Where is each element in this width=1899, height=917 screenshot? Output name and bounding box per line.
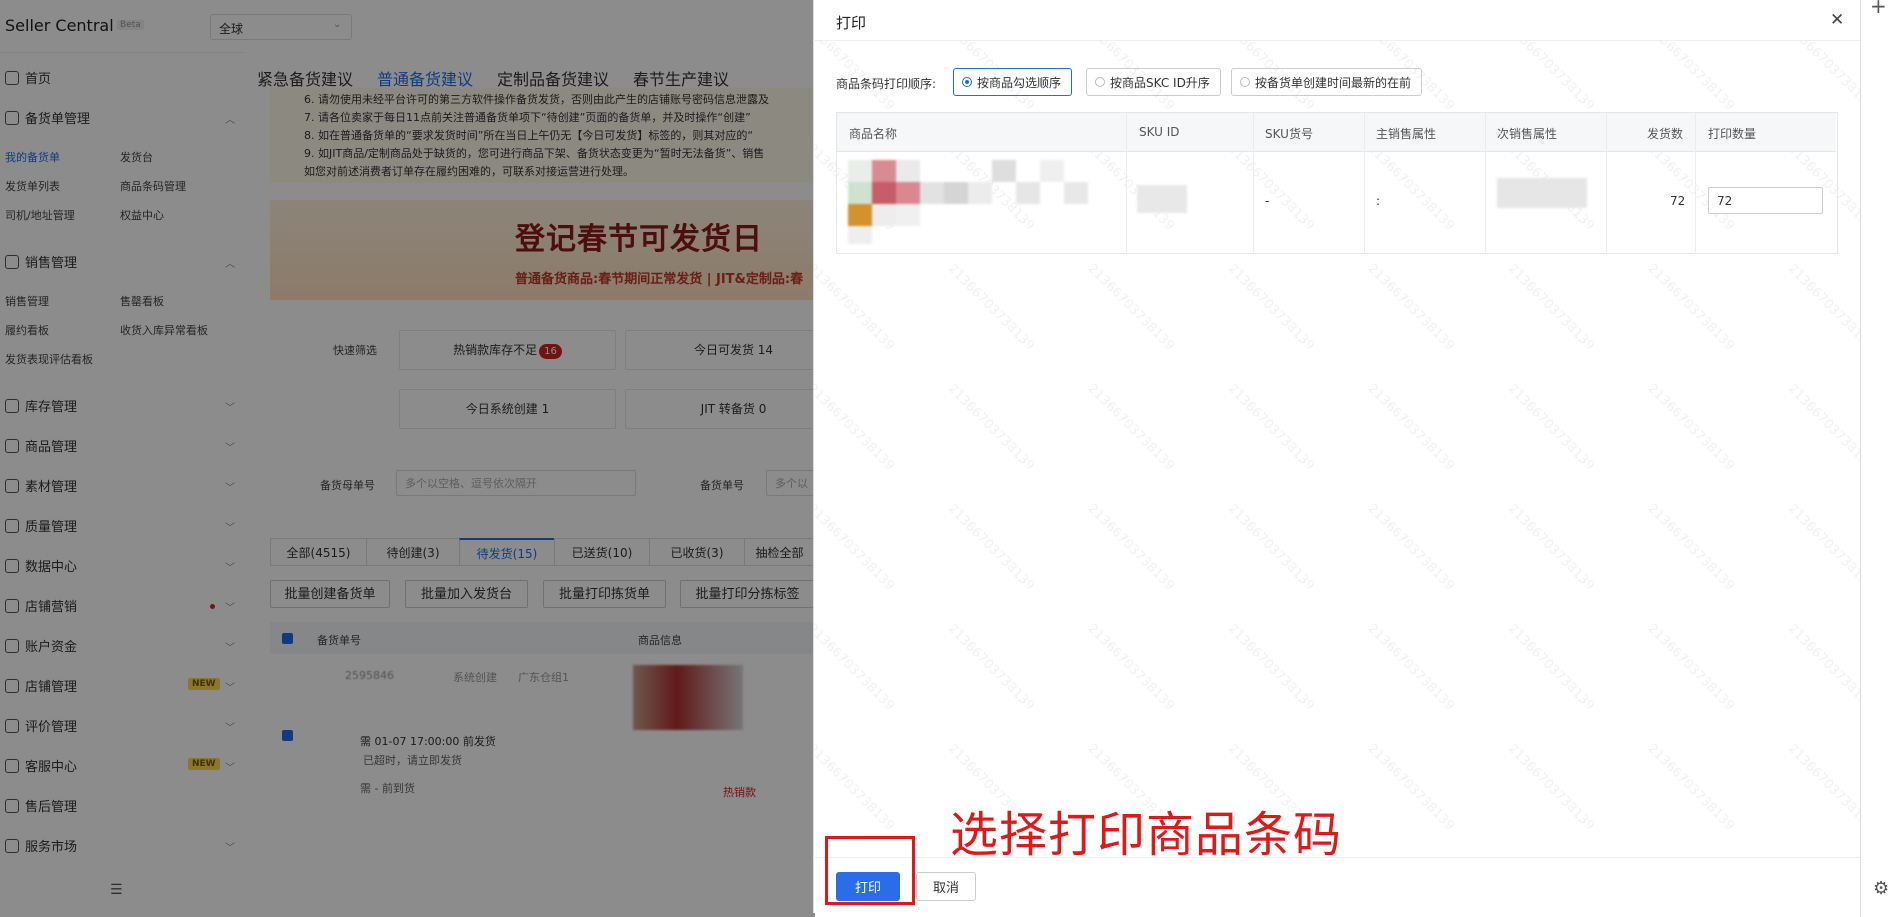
watermark-text: 2136670373813​9: [1784, 501, 1860, 594]
watermark-text: 2136670373813​9: [1644, 501, 1738, 594]
cell-sku-code: -: [1265, 194, 1270, 208]
column-sku-code: SKU货号: [1265, 127, 1313, 141]
cell-main-attr: :: [1376, 194, 1381, 208]
watermark-text: 2136670373813​9: [1084, 501, 1178, 594]
watermark-text: 2136670373813​9: [1084, 621, 1178, 714]
watermark-text: 2136670373813​9: [1364, 261, 1458, 354]
watermark-text: 2136670373813​9: [1784, 741, 1860, 834]
radio-label: 按备货单创建时间最新的在前: [1255, 75, 1412, 90]
cancel-button[interactable]: 取消: [916, 872, 976, 901]
watermark-text: 2136670373813​9: [1644, 621, 1738, 714]
watermark-text: 2136670373813​9: [813, 381, 898, 474]
dialog-title: 打印: [836, 14, 867, 32]
column-sku-id: SKU ID: [1139, 125, 1180, 139]
watermark-text: 2136670373813​9: [1504, 40, 1598, 114]
watermark-text: 2136670373813​9: [944, 621, 1038, 714]
watermark-text: 2136670373813​9: [1644, 261, 1738, 354]
print-order-label: 商品条码打印顺序:: [836, 77, 937, 91]
column-product-name: 商品名称: [849, 127, 898, 141]
watermark-text: 2136670373813​9: [1224, 621, 1318, 714]
column-divider: [1695, 113, 1696, 252]
watermark-text: 2136670373813​9: [1504, 501, 1598, 594]
radio-by-selection[interactable]: 按商品勾选顺序: [953, 68, 1073, 96]
redacted-sku-id: [1137, 185, 1187, 213]
watermark-text: 2136670373813​9: [1224, 261, 1318, 354]
radio-dot: [1240, 77, 1250, 87]
watermark-text: 2136670373813​9: [813, 741, 898, 834]
highlight-box: [825, 836, 915, 905]
footer-divider: [813, 857, 1860, 858]
watermark-text: 2136670373813​9: [1644, 381, 1738, 474]
watermark-text: 2136670373813​9: [944, 381, 1038, 474]
watermark-text: 2136670373813​9: [1364, 741, 1458, 834]
watermark-text: 2136670373813​9: [1784, 261, 1860, 354]
column-divider: [1606, 113, 1607, 252]
plus-icon[interactable]: +: [1870, 0, 1887, 18]
watermark-text: 2136670373813​9: [1504, 741, 1598, 834]
watermark-text: 2136670373813​9: [1084, 261, 1178, 354]
watermark-text: 2136670373813​9: [944, 261, 1038, 354]
watermark-text: 2136670373813​9: [1364, 501, 1458, 594]
close-icon[interactable]: ✕: [1830, 10, 1844, 30]
right-toolbar: [1860, 0, 1899, 917]
divider: [813, 40, 1860, 41]
column-main-attr: 主销售属性: [1376, 127, 1437, 141]
watermark-text: 2136670373813​9: [1644, 741, 1738, 834]
column-print-qty: 打印数量: [1708, 127, 1757, 141]
watermark-text: 2136670373813​9: [1504, 381, 1598, 474]
column-divider: [1126, 113, 1127, 252]
radio-dot: [962, 77, 972, 87]
watermark-text: 2136670373813​9: [1784, 621, 1860, 714]
watermark-text: 2136670373813​9: [1644, 40, 1738, 114]
gear-icon[interactable]: ⚙: [1873, 878, 1889, 899]
watermark-text: 2136670373813​9: [1504, 261, 1598, 354]
pixelated-product-icon: [848, 160, 1088, 244]
watermark-text: 2136670373813​9: [1784, 40, 1860, 114]
table-header: [837, 113, 1836, 152]
column-divider: [1253, 113, 1254, 252]
watermark-text: 2136670373813​9: [944, 501, 1038, 594]
modal-backdrop[interactable]: [0, 0, 815, 917]
cell-ship-qty: 72: [1670, 194, 1686, 208]
column-divider: [1485, 113, 1486, 252]
watermark-text: 2136670373813​9: [1784, 381, 1860, 474]
watermark-text: 2136670373813​9: [813, 621, 898, 714]
watermark-text: 2136670373813​9: [1224, 501, 1318, 594]
annotation-text: 选择打印商品条码: [950, 807, 1343, 863]
watermark-text: 2136670373813​9: [1364, 381, 1458, 474]
radio-dot: [1095, 77, 1105, 87]
radio-by-skc-id[interactable]: 按商品SKC ID升序: [1086, 68, 1221, 96]
radio-label: 按商品勾选顺序: [977, 75, 1062, 90]
watermark-text: 2136670373813​9: [813, 501, 898, 594]
watermark-text: 2136670373813​9: [1224, 381, 1318, 474]
column-ship-qty: 发货数: [1647, 127, 1684, 141]
print-quantity-input[interactable]: [1708, 187, 1823, 214]
watermark-text: 2136670373813​9: [813, 261, 898, 354]
product-image: [848, 160, 1113, 250]
column-sub-attr: 次销售属性: [1497, 127, 1558, 141]
watermark-text: 2136670373813​9: [1364, 621, 1458, 714]
watermark-text: 2136670373813​9: [1504, 621, 1598, 714]
radio-label: 按商品SKC ID升序: [1110, 75, 1210, 90]
watermark-text: 2136670373813​9: [1084, 381, 1178, 474]
radio-by-created-time[interactable]: 按备货单创建时间最新的在前: [1231, 68, 1423, 96]
column-divider: [1364, 113, 1365, 252]
redacted-sub-attr: [1497, 178, 1587, 208]
